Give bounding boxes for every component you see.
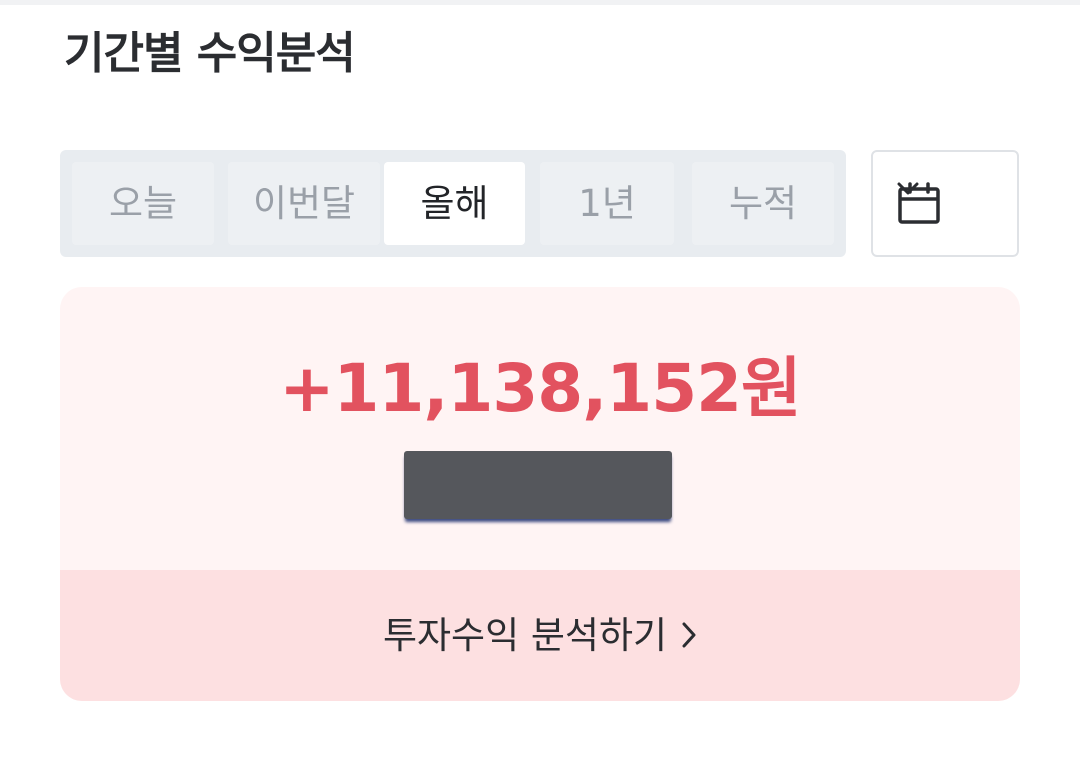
profit-summary-card: +11,138,152원 투자수익 분석하기	[60, 287, 1020, 701]
redacted-value	[404, 451, 672, 519]
chevron-right-icon	[682, 622, 696, 647]
tab-today[interactable]: 오늘	[72, 162, 214, 245]
analyze-returns-button[interactable]: 투자수익 분석하기	[60, 570, 1020, 701]
date-picker-button[interactable]	[871, 150, 1019, 257]
tab-one-year[interactable]: 1년	[540, 162, 674, 245]
chevron-down-icon	[897, 182, 919, 195]
tab-this-month[interactable]: 이번달	[228, 162, 380, 245]
tab-cumulative[interactable]: 누적	[692, 162, 834, 245]
profit-amount: +11,138,152원	[279, 350, 802, 427]
top-divider	[0, 0, 1080, 5]
period-tab-bar: 오늘 이번달 올해 1년 누적	[60, 150, 846, 257]
analyze-returns-label: 투자수익 분석하기	[382, 614, 668, 657]
page-title: 기간별 수익분석	[64, 28, 356, 79]
tab-this-year[interactable]: 올해	[384, 162, 525, 245]
